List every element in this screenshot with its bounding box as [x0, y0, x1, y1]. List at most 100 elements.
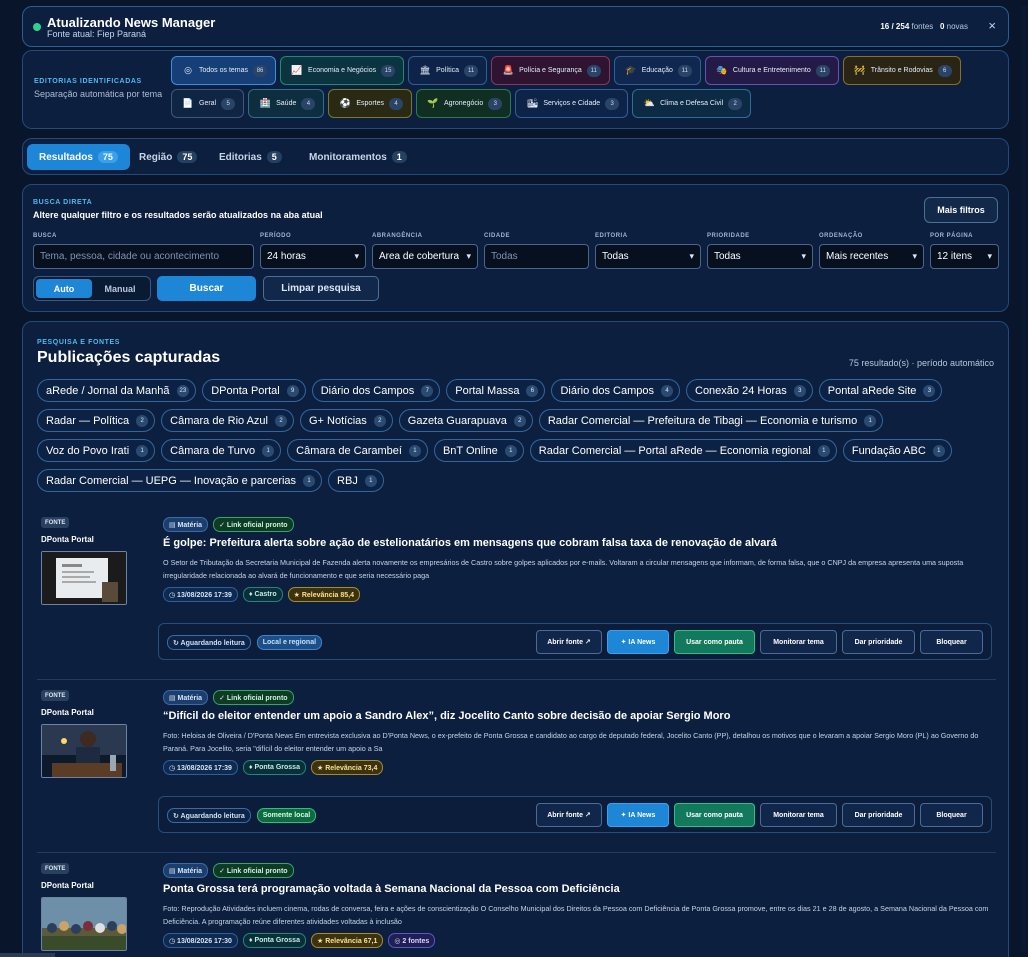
open-source-button[interactable]: Abrir fonte ↗ — [536, 630, 602, 654]
source-chip-count: 1 — [262, 444, 275, 457]
source-chip[interactable]: G+ Notícias 2 — [299, 409, 393, 432]
article-description: Foto: Reprodução Atividades incluem cine… — [163, 904, 989, 926]
source-chip[interactable]: Radar — Política 2 — [37, 409, 156, 432]
reading-status-badge: ↻ Aguardando leitura — [167, 635, 251, 650]
article-thumbnail[interactable] — [41, 724, 127, 778]
source-chip[interactable]: aRede / Jornal da Manhã 23 — [37, 379, 197, 402]
search-button[interactable]: Buscar — [157, 276, 256, 301]
periodo-select[interactable]: 24 horas ▾ — [260, 244, 366, 269]
source-chip[interactable]: Câmara de Rio Azul 2 — [161, 409, 294, 432]
source-chip[interactable]: Fundação ABC 1 — [842, 439, 952, 462]
source-chip[interactable]: Diário dos Campos 7 — [311, 379, 441, 402]
tab-monitoramentos[interactable]: Monitoramentos 1 — [297, 144, 419, 170]
editoria-chip[interactable]: 🎓 Educação 11 — [613, 56, 701, 85]
prioridade-select[interactable]: Todas ▾ — [707, 244, 813, 269]
tab-regiao[interactable]: Região 75 — [127, 144, 209, 170]
block-button[interactable]: Bloquear — [920, 630, 983, 654]
update-title: Atualizando News Manager — [47, 15, 216, 30]
city-badge[interactable]: ♦ Castro — [242, 587, 283, 602]
editoria-chip[interactable]: 🎭 Cultura e Entretenimento 11 — [704, 56, 839, 85]
article-thumbnail[interactable] — [41, 897, 127, 951]
editoria-chip-label: Saúde — [276, 100, 297, 107]
source-chip-label: Radar Comercial — Portal aRede — Economi… — [538, 444, 811, 457]
editoria-chip[interactable]: ⚽ Esportes 4 — [328, 89, 412, 118]
block-button[interactable]: Bloquear — [920, 803, 983, 827]
scrollbar[interactable] — [1021, 6, 1027, 951]
source-chip[interactable]: Radar Comercial — Prefeitura de Tibagi —… — [538, 409, 884, 432]
editoria-chip-count: 6 — [937, 64, 952, 77]
source-chip[interactable]: BnT Online 1 — [433, 439, 524, 462]
source-chip[interactable]: Portal Massa 6 — [446, 379, 546, 402]
editoria-chip-label: Trânsito e Rodovias — [870, 67, 933, 74]
city-badge[interactable]: ♦ Ponta Grossa — [242, 933, 306, 948]
use-as-pauta-button[interactable]: Usar como pauta — [674, 803, 755, 827]
editoria-chip[interactable]: ◎ Todos os temas 86 — [171, 56, 277, 85]
source-chip-label: Fundação ABC — [851, 444, 926, 457]
source-chip[interactable]: Pontal aRede Site 3 — [818, 379, 943, 402]
cidade-input[interactable] — [484, 244, 589, 269]
source-chip-label: Gazeta Guarapuava — [407, 414, 507, 427]
article-title[interactable]: É golpe: Prefeitura alerta sobre ação de… — [163, 537, 777, 549]
close-icon[interactable]: × — [988, 18, 996, 33]
article-title[interactable]: Ponta Grossa terá programação voltada à … — [163, 883, 620, 895]
fonte-name: DPonta Portal — [41, 535, 94, 544]
editoria-chip-label: Cultura e Entretenimento — [732, 67, 811, 74]
prioritize-button[interactable]: Dar prioridade — [842, 803, 915, 827]
source-chip-count: 4 — [661, 384, 673, 397]
editoria-chip[interactable]: ⛅ Clima e Defesa Civil 2 — [632, 89, 752, 118]
editoria-select[interactable]: Todas ▾ — [595, 244, 701, 269]
source-chip[interactable]: Conexão 24 Horas 3 — [686, 379, 813, 402]
article-title[interactable]: “Difícil do eleitor entender um apoio a … — [163, 710, 730, 722]
label-ordenacao: ORDENAÇÃO — [819, 233, 863, 239]
editoria-chip[interactable]: 📈 Economia e Negócios 15 — [280, 56, 405, 85]
editoria-chip[interactable]: 🏙 Serviços e Cidade 3 — [515, 89, 629, 118]
horizontal-scrollbar[interactable] — [0, 953, 55, 957]
source-chip[interactable]: Diário dos Campos 4 — [551, 379, 680, 402]
source-chip-label: Radar Comercial — Prefeitura de Tibagi —… — [547, 414, 858, 427]
monitor-topic-button[interactable]: Monitorar tema — [760, 630, 837, 654]
source-chip[interactable]: DPonta Portal 9 — [202, 379, 306, 402]
tab-resultados[interactable]: Resultados 75 — [27, 144, 130, 170]
source-chip-label: Radar — Política — [46, 414, 130, 427]
more-filters-button[interactable]: Mais filtros — [924, 197, 998, 223]
use-as-pauta-button[interactable]: Usar como pauta — [674, 630, 755, 654]
editoria-chip[interactable]: 🌱 Agronegócio 3 — [416, 89, 512, 118]
update-subtitle: Fonte atual: Fiep Paraná — [47, 29, 147, 39]
source-chip[interactable]: RBJ 1 — [328, 469, 384, 492]
editoria-chip-label: Geral — [199, 100, 217, 107]
chevron-down-icon: ▾ — [354, 251, 359, 261]
open-source-button[interactable]: Abrir fonte ↗ — [536, 803, 602, 827]
source-chip-count: 1 — [136, 444, 149, 457]
monitor-topic-button[interactable]: Monitorar tema — [760, 803, 837, 827]
por-pagina-select[interactable]: 12 itens ▾ — [930, 244, 999, 269]
source-chip[interactable]: Radar Comercial — UEPG — Inovação e parc… — [37, 469, 323, 492]
editoria-chip[interactable]: 🏛 Política 11 — [408, 56, 488, 85]
editoria-chip[interactable]: 🚧 Trânsito e Rodovias 6 — [842, 56, 961, 85]
source-chip[interactable]: Câmara de Carambeí 1 — [287, 439, 428, 462]
source-chip[interactable]: Gazeta Guarapuava 2 — [398, 409, 533, 432]
source-chip-label: DPonta Portal — [211, 384, 280, 397]
auto-toggle-option[interactable]: Auto — [36, 279, 92, 298]
results-count: 75 resultado(s) · período automático — [848, 358, 994, 368]
prioritize-button[interactable]: Dar prioridade — [842, 630, 915, 654]
editoria-chip[interactable]: 🚨 Polícia e Segurança 11 — [491, 56, 610, 85]
editoria-icon: 🚧 — [854, 65, 866, 75]
article-thumbnail[interactable] — [41, 551, 127, 605]
source-chip[interactable]: Voz do Povo Irati 1 — [37, 439, 156, 462]
editoria-chip-label: Esportes — [356, 100, 384, 107]
search-input[interactable] — [33, 244, 254, 269]
manual-toggle-option[interactable]: Manual — [92, 279, 148, 298]
ia-news-button[interactable]: ✦ IA News — [607, 630, 669, 654]
source-chip[interactable]: Câmara de Turvo 1 — [161, 439, 282, 462]
abrangencia-select[interactable]: Área de cobertura ▾ — [372, 244, 478, 269]
editoria-chip[interactable]: 📄 Geral 5 — [171, 89, 245, 118]
source-chip[interactable]: Radar Comercial — Portal aRede — Economi… — [529, 439, 837, 462]
city-badge[interactable]: ♦ Ponta Grossa — [242, 760, 306, 775]
ia-news-button[interactable]: ✦ IA News — [607, 803, 669, 827]
editoria-chip[interactable]: 🏥 Saúde 4 — [248, 89, 325, 118]
ordenacao-select[interactable]: Mais recentes ▾ — [819, 244, 924, 269]
tab-editorias[interactable]: Editorias 5 — [207, 144, 294, 170]
article-meta: ◷ 13/08/2026 17:30 ♦ Ponta Grossa ★ Relevâ… — [163, 933, 436, 948]
clear-search-button[interactable]: Limpar pesquisa — [263, 276, 379, 301]
sources-badge[interactable]: ◎ 2 fontes — [388, 933, 436, 948]
